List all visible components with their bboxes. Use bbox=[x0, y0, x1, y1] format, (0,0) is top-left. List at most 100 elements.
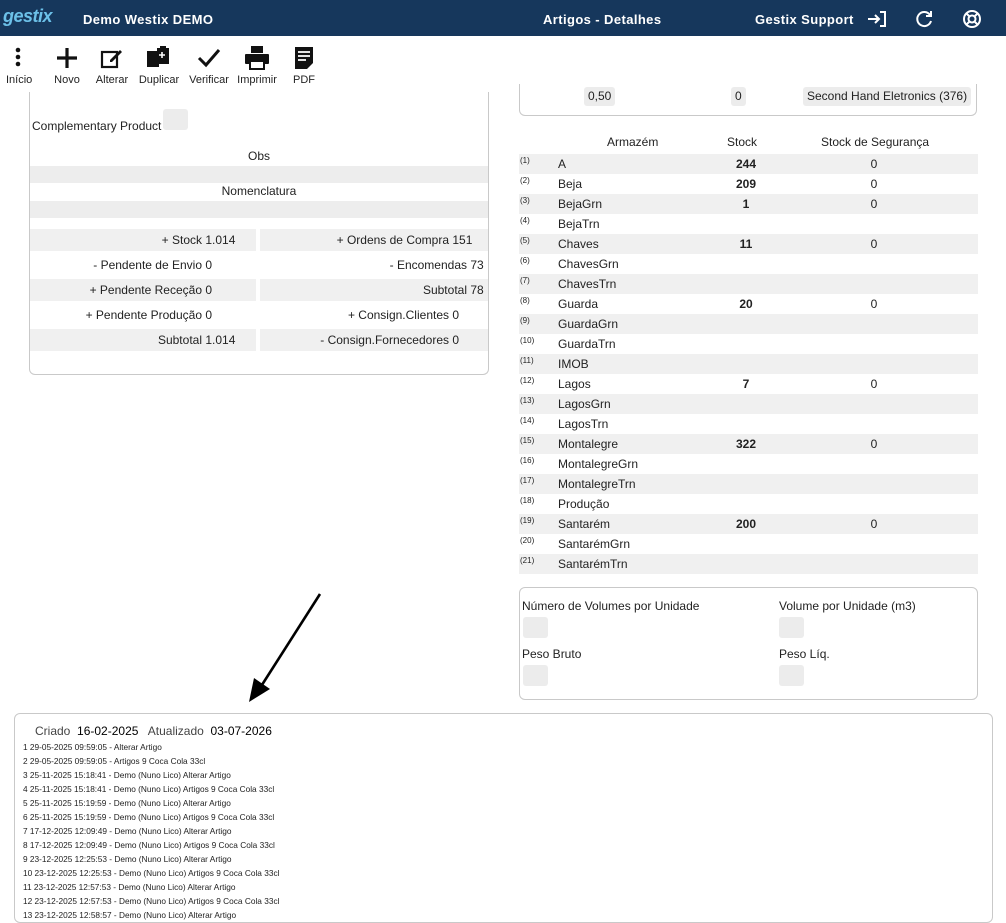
table-row[interactable]: (6) ChavesGrn bbox=[519, 254, 978, 274]
summary-label: + Pendente Receção bbox=[89, 283, 202, 297]
home-button[interactable]: Início bbox=[6, 44, 32, 86]
summary-value: 0 bbox=[452, 308, 460, 322]
volume-per-unit-label: Volume por Unidade (m3) bbox=[779, 599, 916, 613]
summary-label: - Pendente de Envio bbox=[93, 258, 202, 272]
print-button[interactable]: Imprimir bbox=[236, 44, 278, 86]
warehouse-index: (2) bbox=[520, 176, 530, 185]
table-row[interactable]: (3) BejaGrn 1 0 bbox=[519, 194, 978, 214]
table-row[interactable]: (7) ChavesTrn bbox=[519, 274, 978, 294]
summary-value: 73 bbox=[470, 258, 484, 272]
safety-stock-header: Stock de Segurança bbox=[821, 135, 930, 149]
log-line: 8 17-12-2025 12:09:49 - Demo (Nuno Lico)… bbox=[23, 840, 275, 850]
warehouse-safety-stock: 0 bbox=[870, 517, 878, 531]
table-row[interactable]: (17) MontalegreTrn bbox=[519, 474, 978, 494]
log-line: 4 25-11-2025 15:18:41 - Demo (Nuno Lico)… bbox=[23, 784, 275, 794]
checkmark-icon bbox=[197, 49, 221, 68]
warehouse-name: Chaves bbox=[558, 237, 599, 251]
volumes-per-unit-field[interactable] bbox=[523, 617, 548, 638]
summary-row: - Encomendas 73 bbox=[260, 254, 488, 276]
volume-weight-panel: Número de Volumes por Unidade Volume por… bbox=[519, 587, 978, 700]
table-row[interactable]: (20) SantarémGrn bbox=[519, 534, 978, 554]
verify-button[interactable]: Verificar bbox=[187, 44, 231, 86]
complementary-product-label: Complementary Product bbox=[32, 119, 162, 133]
table-row[interactable]: (11) IMOB bbox=[519, 354, 978, 374]
warehouse-index: (13) bbox=[520, 396, 535, 405]
support-lifebuoy-icon[interactable] bbox=[962, 9, 982, 29]
table-row[interactable]: (19) Santarém 200 0 bbox=[519, 514, 978, 534]
pdf-button[interactable]: PDF bbox=[291, 44, 317, 86]
warehouse-name: A bbox=[558, 157, 567, 171]
log-line: 5 25-11-2025 15:19:59 - Demo (Nuno Lico)… bbox=[23, 798, 231, 808]
table-row[interactable]: (2) Beja 209 0 bbox=[519, 174, 978, 194]
log-line: 6 25-11-2025 15:19:59 - Demo (Nuno Lico)… bbox=[23, 812, 275, 822]
summary-row: - Pendente de Envio 0 bbox=[30, 254, 256, 276]
warehouse-name: MontalegreTrn bbox=[558, 477, 636, 491]
warehouse-safety-stock: 0 bbox=[870, 177, 878, 191]
duplicate-button[interactable]: Duplicar bbox=[137, 44, 181, 86]
summary-row: Subtotal 1.014 bbox=[30, 329, 256, 351]
gestix-logo[interactable]: gestix bbox=[3, 6, 53, 27]
category-field[interactable]: Second Hand Eletronics (376) bbox=[803, 87, 972, 106]
table-row[interactable]: (12) Lagos 7 0 bbox=[519, 374, 978, 394]
summary-label: - Consign.Fornecedores bbox=[320, 333, 449, 347]
net-weight-label: Peso Líq. bbox=[779, 647, 830, 661]
volume-per-unit-field[interactable] bbox=[779, 617, 804, 638]
user-name[interactable]: Gestix Support bbox=[755, 12, 854, 27]
table-row[interactable]: (21) SantarémTrn bbox=[519, 554, 978, 574]
warehouse-name: LagosGrn bbox=[558, 397, 611, 411]
table-row[interactable]: (14) LagosTrn bbox=[519, 414, 978, 434]
nomenclatura-field[interactable] bbox=[30, 201, 488, 218]
summary-value: 0 bbox=[452, 333, 460, 347]
summary-label: Subtotal bbox=[157, 333, 202, 347]
complementary-product-checkbox[interactable] bbox=[163, 109, 188, 130]
logout-icon[interactable] bbox=[867, 9, 887, 29]
new-button[interactable]: Novo bbox=[52, 44, 82, 86]
table-row[interactable]: (16) MontalegreGrn bbox=[519, 454, 978, 474]
warehouse-index: (4) bbox=[520, 216, 530, 225]
log-header: Criado 16-02-2025 Atualizado 03-07-2026 bbox=[35, 724, 272, 738]
table-row[interactable]: (5) Chaves 11 0 bbox=[519, 234, 978, 254]
log-line: 1 29-05-2025 09:59:05 - Alterar Artigo bbox=[23, 742, 162, 752]
refresh-icon[interactable] bbox=[914, 9, 934, 29]
summary-value: 78 bbox=[470, 283, 484, 297]
summary-row: Subtotal 78 bbox=[260, 279, 488, 301]
summary-row: + Pendente Receção 0 bbox=[30, 279, 256, 301]
warehouse-index: (7) bbox=[520, 276, 530, 285]
summary-label: + Pendente Produção bbox=[85, 308, 202, 322]
table-row[interactable]: (4) BejaTrn bbox=[519, 214, 978, 234]
summary-row: + Ordens de Compra 151 bbox=[260, 229, 488, 251]
table-row[interactable]: (1) A 244 0 bbox=[519, 154, 978, 174]
duplicate-clipboard-icon bbox=[147, 46, 169, 67]
warehouse-stock: 20 bbox=[739, 297, 753, 311]
stock-summary-panel: Complementary Product Obs Nomenclatura +… bbox=[29, 92, 489, 375]
warehouse-name: GuardaGrn bbox=[558, 317, 619, 331]
table-row[interactable]: (9) GuardaGrn bbox=[519, 314, 978, 334]
obs-field[interactable] bbox=[30, 166, 488, 183]
log-line: 11 23-12-2025 12:57:53 - Demo (Nuno Lico… bbox=[23, 882, 236, 892]
warehouse-name: Guarda bbox=[558, 297, 599, 311]
warehouse-name: ChavesTrn bbox=[558, 277, 617, 291]
warehouse-name: LagosTrn bbox=[558, 417, 609, 431]
summary-label: + Consign.Clientes bbox=[347, 308, 449, 322]
edit-button[interactable]: Alterar bbox=[93, 44, 131, 86]
warehouse-index: (15) bbox=[520, 436, 535, 445]
company-name[interactable]: Demo Westix DEMO bbox=[83, 12, 213, 27]
warehouse-safety-stock: 0 bbox=[870, 237, 878, 251]
table-row[interactable]: (13) LagosGrn bbox=[519, 394, 978, 414]
price-field[interactable]: 0,50 bbox=[584, 87, 616, 106]
summary-value: 0 bbox=[205, 258, 213, 272]
warehouse-index: (18) bbox=[520, 496, 535, 505]
warehouse-index: (16) bbox=[520, 456, 535, 465]
table-row[interactable]: (10) GuardaTrn bbox=[519, 334, 978, 354]
summary-value: 1.014 bbox=[205, 233, 236, 247]
log-line: 12 23-12-2025 12:57:53 - Demo (Nuno Lico… bbox=[23, 896, 280, 906]
log-line: 13 23-12-2025 12:58:57 - Demo (Nuno Lico… bbox=[23, 910, 237, 920]
gross-weight-field[interactable] bbox=[523, 665, 548, 686]
table-row[interactable]: (15) Montalegre 322 0 bbox=[519, 434, 978, 454]
quantity-field[interactable]: 0 bbox=[731, 87, 746, 106]
warehouse-name: Produção bbox=[558, 497, 610, 511]
net-weight-field[interactable] bbox=[779, 665, 804, 686]
nomenclatura-label: Nomenclatura bbox=[221, 184, 297, 198]
table-row[interactable]: (18) Produção bbox=[519, 494, 978, 514]
table-row[interactable]: (8) Guarda 20 0 bbox=[519, 294, 978, 314]
